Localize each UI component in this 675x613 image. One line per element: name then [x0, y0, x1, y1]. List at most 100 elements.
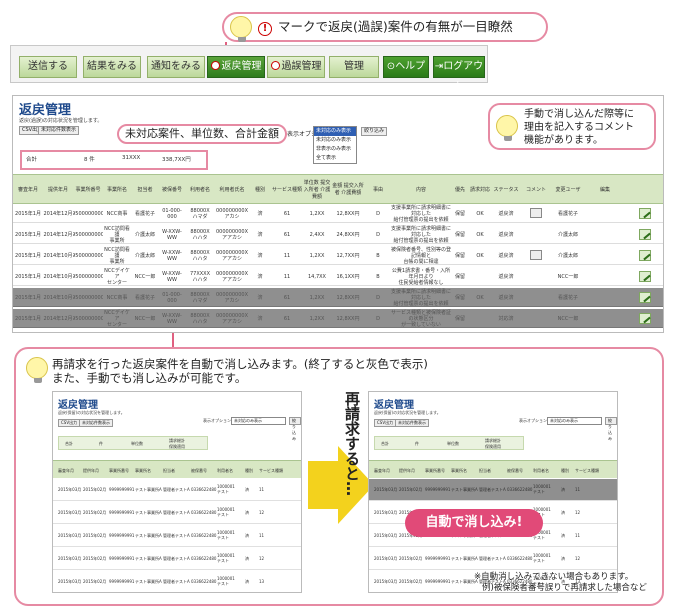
mini-column-header[interactable]: 提供年月 — [399, 468, 415, 474]
mini-column-header[interactable]: 審査年月 — [374, 468, 390, 474]
mini-count-button[interactable]: 未対応件数表示 — [79, 419, 113, 427]
table-row[interactable]: 2015年1月 2014年12月 9500000000 NCC商事 看護花子 01-000… — [13, 204, 663, 223]
mini-column-header[interactable]: 被保番号 — [507, 468, 523, 474]
table-row[interactable]: 2015年1月 2014年12月 9500000000 NCCデイケア センター NCC… — [13, 309, 663, 328]
mini-column-header[interactable]: 被保番号 — [191, 468, 207, 474]
count-display-button[interactable]: 未対応件数表示 — [38, 126, 80, 135]
mini-table-row[interactable]: 2015年03月2015年02月9999999991テスト事業所A管理者テストA… — [53, 502, 301, 524]
column-header[interactable]: 優先 — [451, 175, 469, 205]
mini-count-button[interactable]: 未対応件数表示 — [395, 419, 429, 427]
mini-column-header[interactable]: 利用者名 — [217, 468, 233, 474]
mini-table-cell: 9999999991 — [109, 510, 135, 515]
display-option-dropdown[interactable]: 未対応のみ表示 未対応のみ表示 非表示のみ表示 全て表示 — [313, 126, 357, 164]
mini-column-header[interactable]: 審査年月 — [58, 468, 74, 474]
nav-notice-button[interactable]: 通知をみる — [147, 56, 205, 78]
mini-column-header[interactable]: サービス種類 — [259, 468, 283, 474]
table-cell: 16,1XX円 — [336, 273, 360, 280]
table-cell: W-XXW-WW — [162, 249, 182, 262]
table-cell: 12,7XX円 — [336, 252, 360, 259]
mini-csv-button[interactable]: CSV出力 — [58, 419, 81, 427]
column-header[interactable]: 事業所番号 — [73, 175, 103, 205]
table-cell: 61 — [283, 294, 291, 301]
table-cell: 済 — [257, 315, 263, 322]
mini-table-row[interactable]: 2015年03月2015年02月9999999991テスト事業所A管理者テストA… — [369, 479, 617, 501]
nav-help-button[interactable]: ⊙ヘルプ — [383, 56, 429, 78]
column-header[interactable]: 利用者名 — [185, 175, 215, 205]
option-item[interactable]: 非表示のみ表示 — [314, 145, 356, 154]
mini-filter-button[interactable]: 絞り込み — [605, 417, 617, 441]
mini-table-row[interactable]: 2015年03月2015年02月9999999991テスト事業所A管理者テストA… — [53, 548, 301, 570]
column-header[interactable]: 請求対応 — [469, 175, 491, 205]
mini-table-cell: 0336622480 — [507, 487, 533, 492]
mini-option-select[interactable]: 未対応のみ表示 — [231, 417, 286, 425]
table-cell: 2015年1月 — [15, 294, 41, 301]
mini-column-header[interactable]: 事業所名 — [135, 468, 151, 474]
column-header[interactable]: 提供年月 — [43, 175, 73, 205]
column-header[interactable]: 担当者 — [131, 175, 159, 205]
column-header[interactable]: 審査年月 — [13, 175, 43, 205]
mini-column-header[interactable]: 種別 — [561, 468, 569, 474]
mini-column-header[interactable]: 担当者 — [163, 468, 175, 474]
column-header[interactable]: 金額 提交入所者 介護費額 — [331, 175, 365, 205]
mini-column-header[interactable]: 事業所番号 — [109, 468, 129, 474]
column-header[interactable]: サービス種類 — [271, 175, 303, 205]
column-header[interactable]: 内容 — [391, 175, 451, 205]
comment-icon[interactable] — [530, 208, 542, 218]
auto-clear-badge: 自動で消し込み! — [405, 509, 543, 537]
mini-summary: 合計 件 単位数 請求総計 保険適用 — [58, 436, 208, 450]
table-row[interactable]: 2015年1月 2014年10月 9500000000 NCC訪問看護 事業所 介護太郎… — [13, 246, 663, 265]
nav-logout-button[interactable]: ⇥ログアウト — [433, 56, 485, 92]
option-item[interactable]: 未対応のみ表示 — [314, 127, 356, 136]
callout-comment-text: 手動で消し込んだ際等に 理由を記入するコメント 機能があります。 — [524, 109, 634, 146]
mini-column-header[interactable]: 事業所名 — [451, 468, 467, 474]
column-header[interactable]: 変更ユーザ — [551, 175, 585, 205]
mini-table-row[interactable]: 2015年03月2015年02月9999999991テスト事業所A管理者テストA… — [369, 548, 617, 570]
mini-option-select[interactable]: 未対応のみ表示 — [547, 417, 602, 425]
nav-kago-button[interactable]: 過誤管理 — [267, 56, 325, 78]
option-item[interactable]: 未対応のみ表示 — [314, 136, 356, 145]
mini-column-header[interactable]: 利用者名 — [533, 468, 549, 474]
edit-icon[interactable] — [639, 229, 651, 240]
column-header[interactable]: 単位数 提交入所者 介護費額 — [303, 175, 331, 205]
mini-column-header[interactable]: 事業所番号 — [425, 468, 445, 474]
nav-send-button[interactable]: 送信する — [19, 56, 77, 78]
edit-icon[interactable] — [639, 292, 651, 303]
column-header[interactable]: 編集 — [585, 175, 625, 205]
column-header[interactable]: 種別 — [249, 175, 271, 205]
edit-icon[interactable] — [639, 313, 651, 324]
mini-column-header[interactable]: サービス種類 — [575, 468, 599, 474]
edit-icon[interactable] — [639, 250, 651, 261]
comment-icon[interactable] — [530, 250, 542, 260]
table-row[interactable]: 2015年1月 2014年12月 9500000000 NCC訪問看護 事業所 介護太郎… — [13, 225, 663, 244]
table-cell: 保留 — [454, 273, 465, 280]
mini-table-cell: 管理者テストA — [479, 556, 506, 561]
table-cell: 支援事業所に請求明細書に対応した 給付管理票の提出を依頼 — [391, 225, 451, 244]
table-row[interactable]: 2015年1月 2014年10月 9500000000 NCCデイケア センター NCC… — [13, 267, 663, 286]
mini-table-row[interactable]: 2015年03月2015年02月9999999991テスト事業所A管理者テストA… — [53, 571, 301, 592]
screen-before: 返戻管理 返戻(保留)の対応状況を管理します。 CSV出力 未対応件数表示 表示オプショ… — [52, 391, 302, 593]
nav-results-button[interactable]: 結果をみる — [83, 56, 141, 78]
mini-table-row[interactable]: 2015年03月2015年02月9999999991テスト事業所A管理者テストA… — [53, 525, 301, 547]
mini-table-cell: 9999999991 — [425, 579, 451, 584]
mini-filter-button[interactable]: 絞り込み — [289, 417, 301, 441]
option-item[interactable]: 全て表示 — [314, 154, 356, 163]
column-header[interactable]: 被保番号 — [159, 175, 185, 205]
table-row[interactable]: 2015年1月 2014年10月 9500000000 NCC商事 看護花子 01-000… — [13, 288, 663, 307]
mini-table-cell: 0336622480 — [191, 533, 217, 538]
mini-table-cell: 12 — [575, 556, 581, 561]
mini-column-header[interactable]: 種別 — [245, 468, 253, 474]
column-header[interactable]: ステータス — [491, 175, 521, 205]
nav-admin-button[interactable]: 管理 — [329, 56, 379, 78]
column-header[interactable]: コメント — [521, 175, 551, 205]
nav-henrei-button[interactable]: 返戻管理 — [207, 56, 265, 78]
edit-icon[interactable] — [639, 208, 651, 219]
edit-icon[interactable] — [639, 271, 651, 282]
column-header[interactable]: 事業所名 — [103, 175, 131, 205]
column-header[interactable]: 利用者氏名 — [215, 175, 249, 205]
mini-column-header[interactable]: 提供年月 — [83, 468, 99, 474]
filter-button[interactable]: 絞り込み — [361, 127, 388, 136]
mini-table-row[interactable]: 2015年03月2015年02月9999999991テスト事業所A管理者テストA… — [53, 479, 301, 501]
mini-column-header[interactable]: 担当者 — [479, 468, 491, 474]
column-header[interactable]: 事由 — [365, 175, 391, 205]
mini-csv-button[interactable]: CSV出力 — [374, 419, 397, 427]
